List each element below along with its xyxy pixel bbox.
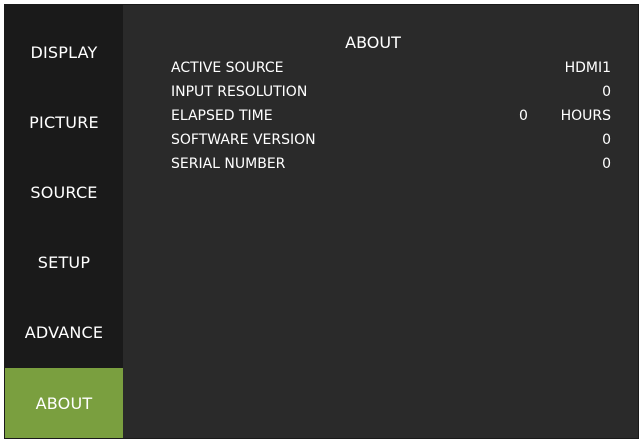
sidebar-item-source[interactable]: SOURCE [5, 157, 123, 227]
osd-menu-window: DISPLAY PICTURE SOURCE SETUP ADVANCE ABO… [4, 4, 639, 439]
sidebar-item-about[interactable]: ABOUT [5, 368, 123, 438]
row-unit: HOURS [560, 108, 611, 124]
info-row-software-version: SOFTWARE VERSION 0 [171, 132, 611, 154]
row-value: 0 [602, 84, 611, 100]
row-label: INPUT RESOLUTION [171, 84, 308, 100]
sidebar-menu: DISPLAY PICTURE SOURCE SETUP ADVANCE ABO… [5, 5, 123, 438]
sidebar-item-picture[interactable]: PICTURE [5, 87, 123, 157]
row-value: 0 [602, 156, 611, 172]
info-row-active-source: ACTIVE SOURCE HDMI1 [171, 60, 611, 82]
sidebar-item-label: ADVANCE [24, 322, 104, 342]
row-number: 0 [519, 108, 528, 124]
info-row-elapsed-time: ELAPSED TIME 0 HOURS [171, 108, 611, 130]
sidebar-item-advance[interactable]: ADVANCE [5, 297, 123, 367]
page-title: ABOUT [345, 33, 401, 52]
info-row-input-resolution: INPUT RESOLUTION 0 [171, 84, 611, 106]
sidebar-item-label: SOURCE [30, 182, 98, 202]
row-label: ELAPSED TIME [171, 108, 273, 124]
sidebar-item-label: SETUP [37, 252, 91, 272]
row-label: SERIAL NUMBER [171, 156, 286, 172]
row-value: HDMI1 [564, 60, 611, 76]
info-row-serial-number: SERIAL NUMBER 0 [171, 156, 611, 178]
sidebar-item-label: DISPLAY [30, 42, 98, 62]
sidebar-item-label: PICTURE [29, 112, 99, 132]
sidebar-item-setup[interactable]: SETUP [5, 227, 123, 297]
row-label: ACTIVE SOURCE [171, 60, 284, 76]
sidebar-item-display[interactable]: DISPLAY [5, 17, 123, 87]
row-label: SOFTWARE VERSION [171, 132, 316, 148]
sidebar-item-label: ABOUT [35, 393, 93, 413]
row-value: 0 [602, 132, 611, 148]
